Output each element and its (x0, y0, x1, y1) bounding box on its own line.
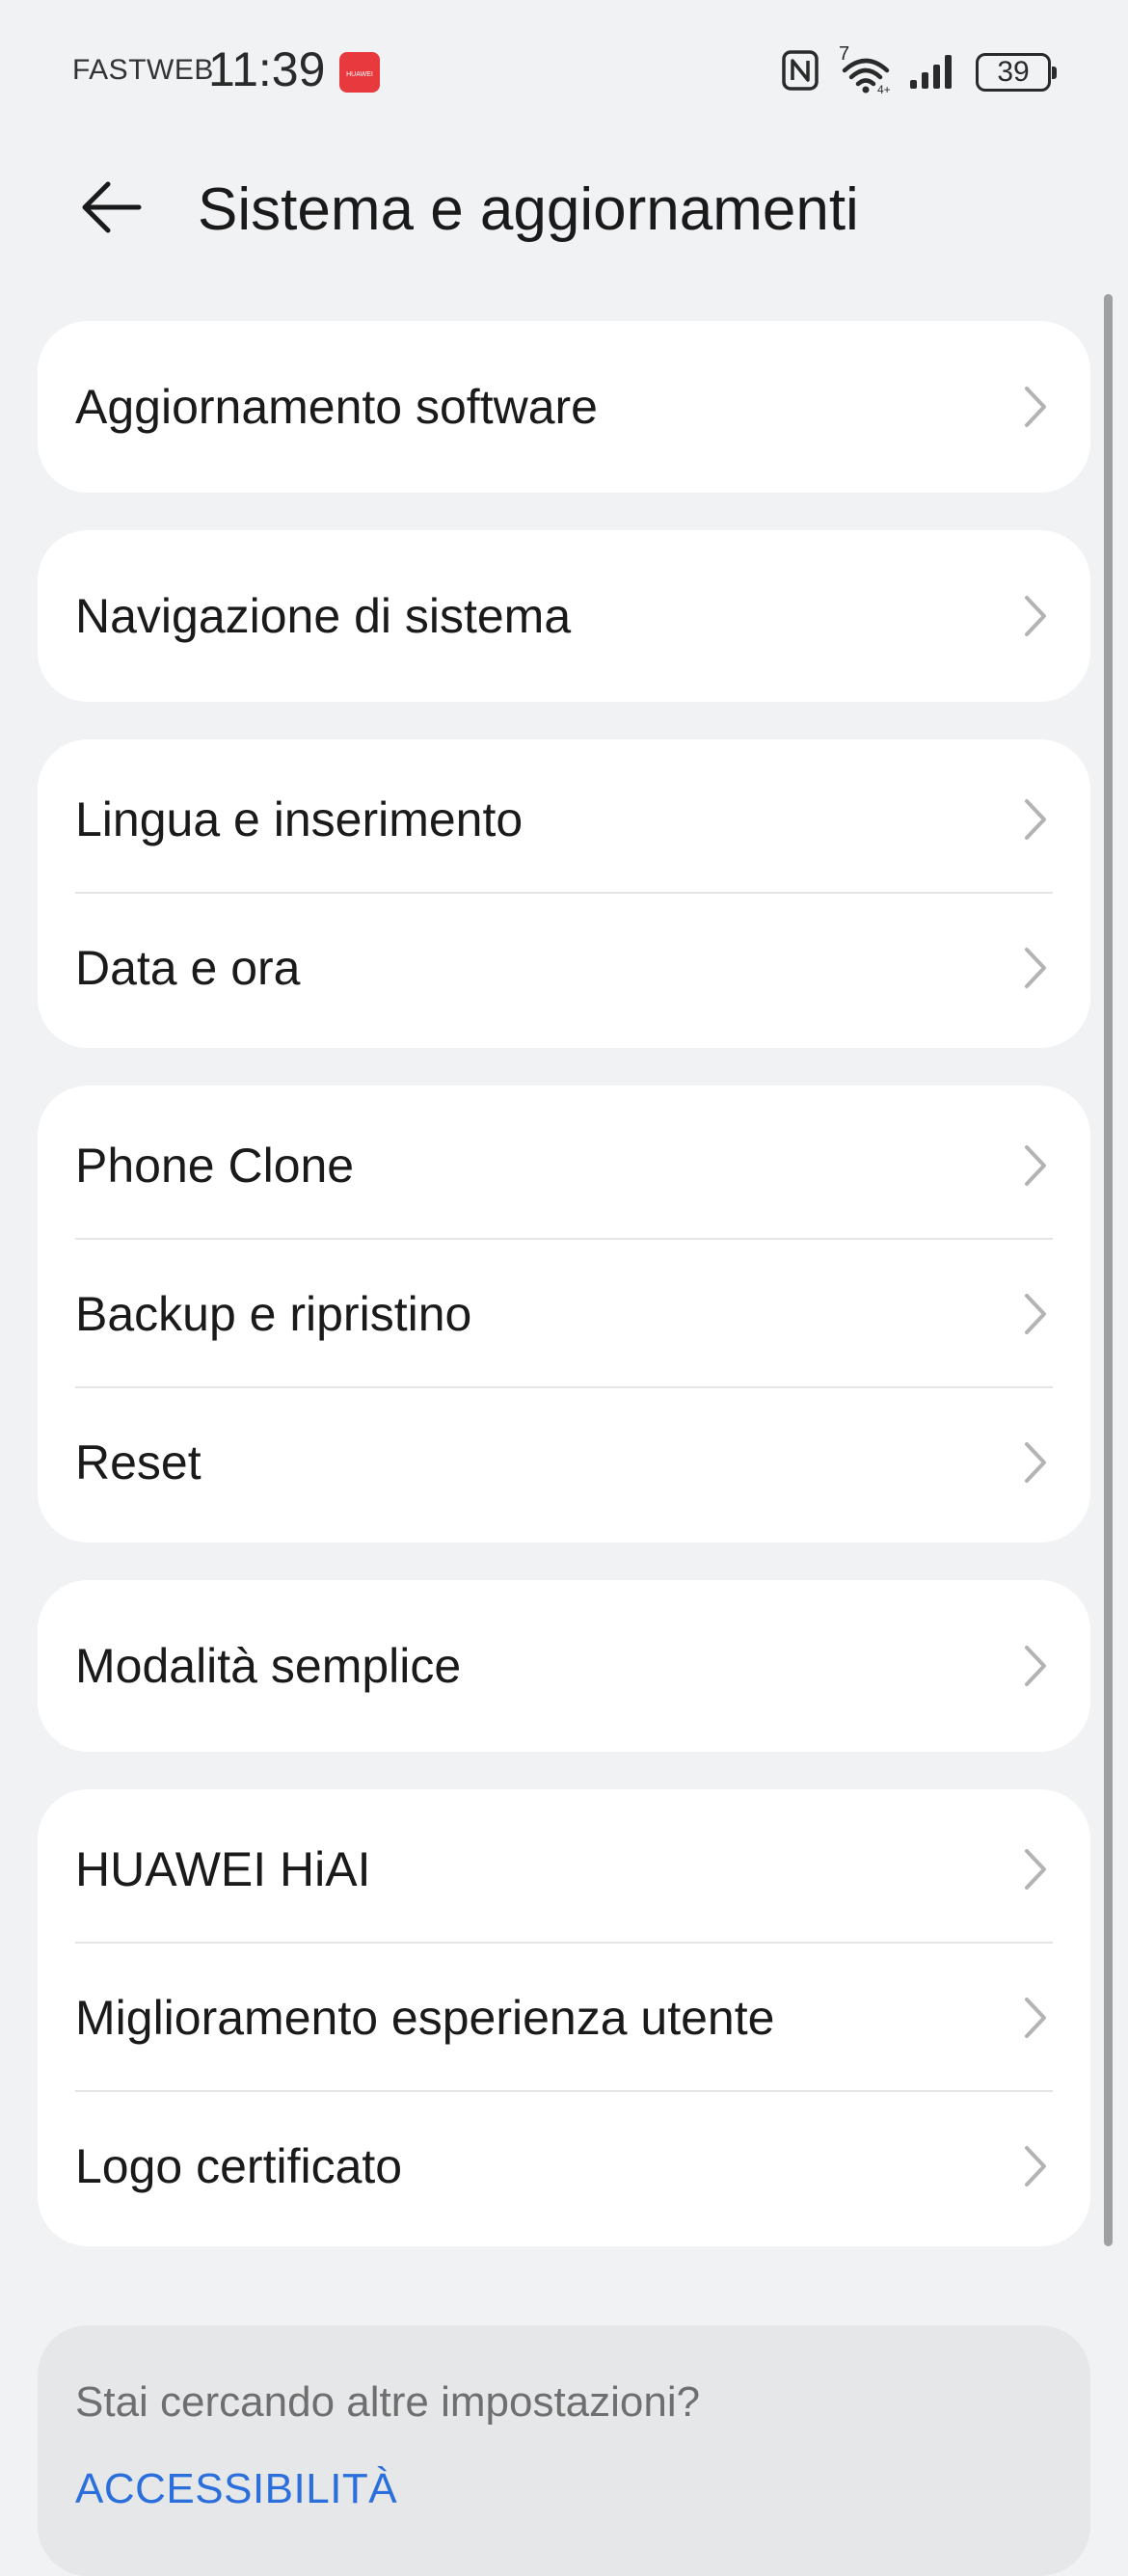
settings-row-label: Lingua e inserimento (75, 792, 524, 846)
chevron-right-icon (1019, 1845, 1052, 1893)
chevron-right-icon (1019, 1994, 1052, 2042)
settings-row[interactable]: Reset (38, 1388, 1090, 1537)
suggestion-title: Stai cercando altre impostazioni? (75, 2378, 701, 2426)
settings-row-label: Backup e ripristino (75, 1287, 472, 1341)
chevron-right-icon (1019, 592, 1052, 640)
settings-row-label: Reset (75, 1436, 201, 1489)
settings-row[interactable]: Logo certificato (38, 2092, 1090, 2241)
settings-row-label: Logo certificato (75, 2139, 403, 2193)
settings-row[interactable]: Navigazione di sistema (38, 542, 1090, 690)
settings-row-label: Aggiornamento software (75, 380, 598, 434)
back-button[interactable] (67, 174, 154, 246)
arrow-left-icon (79, 178, 143, 241)
chevron-right-icon (1019, 383, 1052, 431)
settings-row[interactable]: Backup e ripristino (38, 1240, 1090, 1388)
settings-group-card: Aggiornamento software (38, 321, 1090, 493)
settings-row[interactable]: Aggiornamento software (38, 333, 1090, 481)
status-time: 11:39 (208, 42, 326, 96)
settings-row[interactable]: Miglioramento esperienza utente (38, 1944, 1090, 2092)
suggestion-card: Stai cercando altre impostazioni? ACCESS… (38, 2325, 1090, 2576)
page-title: Sistema e aggiornamenti (198, 176, 859, 243)
carrier-name: FASTWEB (72, 54, 214, 86)
chevron-right-icon (1019, 1438, 1052, 1487)
chevron-right-icon (1019, 1642, 1052, 1690)
wifi-badge: 7 (839, 43, 850, 65)
wifi-icon: 7 4+ (837, 43, 891, 96)
svg-text:4+: 4+ (877, 83, 891, 95)
app-header: Sistema e aggiornamenti (0, 154, 1128, 265)
accessibility-link[interactable]: ACCESSIBILITÀ (75, 2465, 397, 2513)
settings-row-label: Phone Clone (75, 1139, 355, 1193)
settings-group-card: Navigazione di sistema (38, 530, 1090, 702)
settings-group-card: HUAWEI HiAI Miglioramento esperienza uten… (38, 1789, 1090, 2246)
settings-row-label: Modalità semplice (75, 1639, 462, 1693)
settings-row[interactable]: Data e ora (38, 894, 1090, 1042)
status-icons: 7 4+ 39 (781, 43, 1057, 98)
settings-row-label: Navigazione di sistema (75, 589, 572, 643)
settings-row-label: HUAWEI HiAI (75, 1842, 371, 1896)
scrollbar[interactable] (1104, 294, 1113, 2246)
chevron-right-icon (1019, 2142, 1052, 2190)
settings-group-card: Phone Clone Backup e ripristino Reset (38, 1086, 1090, 1543)
status-bar: FASTWEB 11:39 HUAWEI 7 4+ 39 (0, 0, 1128, 145)
battery-icon: 39 (976, 53, 1057, 92)
settings-group-card: Lingua e inserimento Data e ora (38, 739, 1090, 1048)
chevron-right-icon (1019, 1290, 1052, 1338)
chevron-right-icon (1019, 1141, 1052, 1190)
chevron-right-icon (1019, 795, 1052, 844)
huawei-app-icon: HUAWEI (339, 52, 380, 93)
chevron-right-icon (1019, 944, 1052, 992)
settings-row-label: Miglioramento esperienza utente (75, 1991, 775, 2045)
battery-level: 39 (997, 56, 1030, 88)
settings-group-card: Modalità semplice (38, 1580, 1090, 1752)
settings-row[interactable]: Phone Clone (38, 1091, 1090, 1240)
settings-row-label: Data e ora (75, 941, 301, 995)
nfc-icon (781, 49, 819, 96)
signal-icon (908, 51, 958, 94)
app-badge-text: HUAWEI (346, 71, 373, 78)
settings-row[interactable]: Modalità semplice (38, 1592, 1090, 1740)
settings-row[interactable]: HUAWEI HiAI (38, 1795, 1090, 1944)
settings-row[interactable]: Lingua e inserimento (38, 745, 1090, 894)
